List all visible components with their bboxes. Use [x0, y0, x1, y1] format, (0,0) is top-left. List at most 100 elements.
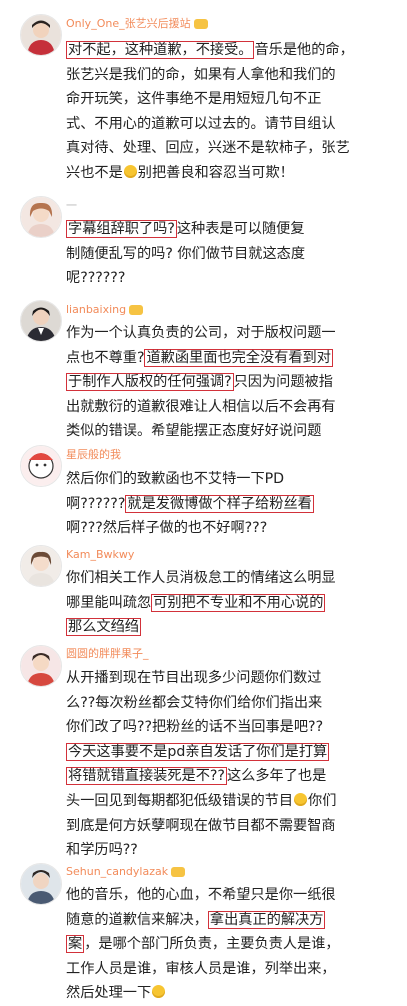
avatar[interactable] [20, 300, 62, 342]
comment-text: 从开播到现在节目出现多少问题你们数过 么??每次粉丝都会艾特你们给你们指出来 你们改… [66, 666, 396, 863]
comment-text-segment: 作为一个认真负责的公司，对于版权问题一 [66, 325, 336, 341]
username[interactable]: Sehun_candylazak [66, 865, 186, 879]
comment-line: 呢?????? [66, 266, 396, 291]
comment-text-segment: 你们相关工作人员消极怠工的情绪这么明显 [66, 570, 336, 586]
comment-line: 从开播到现在节目出现多少问题你们数过 [66, 666, 396, 691]
avatar[interactable] [20, 196, 62, 238]
username[interactable]: 一 [66, 199, 77, 213]
comment-text-segment: 这么多年了也是 [226, 768, 327, 785]
comment-text-segment: 然后处理一下 [66, 985, 152, 1002]
avatar[interactable] [20, 14, 62, 56]
username[interactable]: 星辰般的我 [66, 448, 121, 462]
comment-text-segment: 哪里能叫疏忽 [66, 594, 152, 611]
comment-feed: Only_One_张艺兴后援站 对不起，这种道歉，不接受。 音乐是他的命， 张艺兴是… [0, 0, 407, 1001]
comment-line: 啊?????? 就是发微博做个样子给粉丝看 [66, 492, 396, 517]
comment-line: 将错就错直接装死是不?? 这么多年了也是 [66, 764, 396, 789]
vip-badge-icon [129, 305, 144, 315]
comment-text-segment: 呢?????? [66, 270, 126, 287]
comment-text: 对不起，这种道歉，不接受。 音乐是他的命， 张艺兴是我们的命，如果有人拿他和我们的命… [66, 38, 396, 186]
comment-text-segment: 你们改了吗??把粉丝的话不当回事是吧?? [66, 719, 324, 736]
comment-text-segment: 和学历吗?? [66, 842, 138, 859]
comment-line: 哪里能叫疏忽 可别把不专业和不用心说的 [66, 591, 396, 616]
comment-text-segment: 制随便乱写的吗? 你们做节目就这态度 [66, 245, 306, 262]
smiley-emoji-icon [152, 985, 166, 999]
comment-text: 然后你们的致歉函也不艾特一下PD 啊?????? 就是发微博做个样子给粉丝看 啊???… [66, 467, 396, 541]
comment-line: 随意的道歉信来解决， 拿出真正的解决方 [66, 908, 396, 933]
comment-line: 张艺兴是我们的命，如果有人拿他和我们的 [66, 63, 396, 88]
username[interactable]: Only_One_张艺兴后援站 [66, 17, 208, 31]
comment-line: 头一回见到每期都犯低级错误的节目 你们 [66, 789, 396, 814]
avatar[interactable] [20, 545, 62, 587]
highlighted-text: 就是发微博做个样子给粉丝看 [125, 494, 314, 513]
comment-text-segment: 随意的道歉信来解决， [66, 911, 208, 928]
comment-line: 那么文绉绉 [66, 615, 396, 640]
smiley-emoji-icon [123, 164, 137, 178]
comment-line: 他的音乐，他的心血，不希望只是你一纸很 [66, 883, 396, 908]
comment-text: 字幕组辞职了吗? 这种表是可以随便复制随便乱写的吗? 你们做节目就这态度 呢????… [66, 217, 396, 291]
smiley-emoji-icon [294, 792, 308, 806]
comment-line: 工作人员是谁，审核人员是谁，列举出来， [66, 957, 396, 982]
avatar[interactable] [20, 445, 62, 487]
comment-line: 作为一个认真负责的公司，对于版权问题一 [66, 321, 396, 346]
highlighted-text: 字幕组辞职了吗? [66, 220, 177, 238]
comment-line: 点也不尊重? 道歉函里面也完全没有看到对 [66, 346, 396, 371]
comment-text-segment: 出就敷衍的道歉很难让人相信以后不会再有 [66, 398, 336, 415]
comment-line: 制随便乱写的吗? 你们做节目就这态度 [66, 242, 396, 267]
comment-line: 字幕组辞职了吗? 这种表是可以随便复 [66, 217, 396, 242]
comment-text-segment: 啊???然后样子做的也不好啊??? [66, 520, 268, 537]
comment-text-segment: 只因为问题被指 [233, 374, 333, 391]
comment-text-segment: 这种表是可以随便复 [176, 221, 305, 237]
comment-text-segment: 你们 [308, 792, 337, 809]
comment-text-segment: 么??每次粉丝都会艾特你们给你们指出来 [66, 694, 323, 711]
comment-line: 对不起，这种道歉，不接受。 音乐是他的命， [66, 38, 396, 63]
comment-line: 案，是哪个部门所负责，主要负责人是谁， [66, 932, 396, 957]
comment-line: 出就敷衍的道歉很难让人相信以后不会再有 [66, 395, 396, 420]
comment-line: 么??每次粉丝都会艾特你们给你们指出来 [66, 691, 396, 716]
comment-line: 你们改了吗??把粉丝的话不当回事是吧?? [66, 715, 396, 740]
username[interactable]: Kam_Bwkwy [66, 548, 134, 562]
highlighted-text: 那么文绉绉 [66, 618, 141, 637]
highlighted-text: 可别把不专业和不用心说的 [151, 593, 326, 612]
vip-badge-icon [193, 19, 208, 29]
highlighted-text: 今天这事要不是pd亲自发话了你们是打算 [66, 742, 330, 761]
highlighted-text: 案 [66, 935, 85, 954]
comment-line: 兴也不是 别把善良和容忍当可欺！ [66, 161, 396, 186]
comment-text-segment: 头一回见到每期都犯低级错误的节目 [66, 792, 294, 809]
comment-line: 和学历吗?? [66, 838, 396, 863]
comment-line: 然后你们的致歉函也不艾特一下PD [66, 467, 396, 492]
comment-line: 到底是何方妖孽啊现在做节目都不需要智商 [66, 814, 396, 839]
comment-line: 命开玩笑，这件事绝不是用短短几句不正 [66, 87, 396, 112]
comment-line: 真对待、处理、回应，兴迷不是软柿子，张艺 [66, 136, 396, 161]
comment-text-segment: ，是哪个部门所负责，主要负责人是谁， [84, 936, 340, 953]
comment-text-segment: 类似的错误。希望能摆正态度好好说问题 [66, 423, 322, 440]
comment-text-segment: 兴也不是 [66, 164, 123, 181]
comment-text-segment: 音乐是他的命， [254, 42, 354, 58]
comment-text-segment: 张艺兴是我们的命，如果有人拿他和我们的 [66, 66, 336, 83]
comment-line: 啊???然后样子做的也不好啊??? [66, 516, 396, 541]
comment-text-segment: 真对待、处理、回应，兴迷不是软柿子，张艺 [66, 140, 350, 157]
comment-text-segment: 然后你们的致歉函也不艾特一下PD [66, 471, 285, 487]
comment-line: 式、不用心的道歉可以过去的。请节目组认 [66, 112, 396, 137]
highlighted-text: 将错就错直接装死是不?? [66, 767, 227, 786]
comment-text-segment: 点也不尊重? [66, 349, 145, 366]
highlighted-text: 于制作人版权的任何强调? [66, 373, 234, 392]
comment-text-segment: 到底是何方妖孽啊现在做节目都不需要智商 [66, 817, 336, 834]
comment-line: 类似的错误。希望能摆正态度好好说问题 [66, 419, 396, 444]
username[interactable]: 圆圆的胖胖果子_ [66, 647, 149, 661]
comment-text-segment: 他的音乐，他的心血，不希望只是你一纸很 [66, 887, 336, 903]
comment-text: 你们相关工作人员消极怠工的情绪这么明显 哪里能叫疏忽 可别把不专业和不用心说的 那么文… [66, 566, 396, 640]
username[interactable]: lianbaixing [66, 303, 144, 317]
comment-line: 然后处理一下 [66, 981, 396, 1006]
comment-text-segment: 啊?????? [66, 495, 126, 512]
comment-text-segment: 工作人员是谁，审核人员是谁，列举出来， [66, 960, 336, 977]
comment-line: 今天这事要不是pd亲自发话了你们是打算 [66, 740, 396, 765]
highlighted-text: 对不起，这种道歉，不接受。 [66, 41, 255, 59]
comment-line: 于制作人版权的任何强调? 只因为问题被指 [66, 370, 396, 395]
avatar[interactable] [20, 645, 62, 687]
comment-text-segment: 从开播到现在节目出现多少问题你们数过 [66, 670, 322, 686]
comment-text-segment: 别把善良和容忍当可欺！ [137, 164, 294, 181]
highlighted-text: 拿出真正的解决方 [207, 910, 326, 929]
comment-text: 他的音乐，他的心血，不希望只是你一纸很 随意的道歉信来解决， 拿出真正的解决方案，是… [66, 883, 396, 1006]
avatar[interactable] [20, 863, 62, 905]
comment-text: 作为一个认真负责的公司，对于版权问题一 点也不尊重? 道歉函里面也完全没有看到对 于制… [66, 321, 396, 444]
